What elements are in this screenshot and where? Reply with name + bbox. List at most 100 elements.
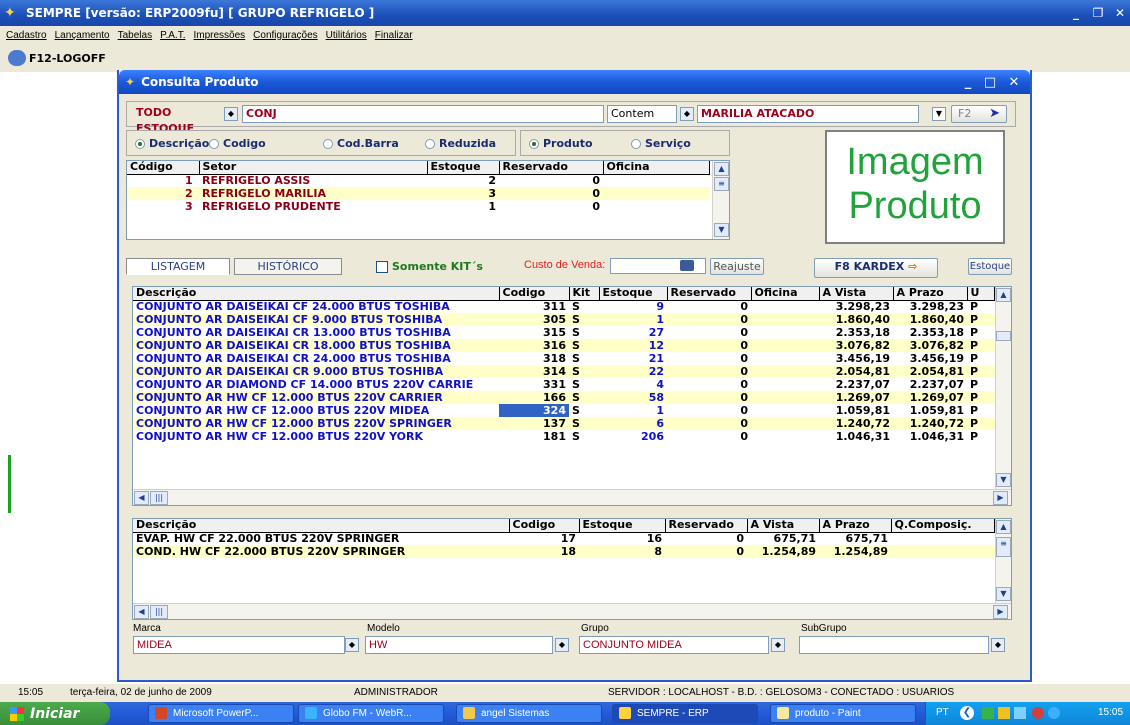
col-estoque[interactable]: Estoque: [599, 287, 668, 301]
estoque-button[interactable]: Estoque: [968, 258, 1012, 275]
scroll-down-icon[interactable]: ▼: [714, 223, 729, 237]
match-mode-dropdown-icon[interactable]: ◆: [680, 107, 694, 121]
menu-cadastro[interactable]: Cadastro: [6, 30, 47, 41]
task-paint[interactable]: produto - Paint: [770, 704, 916, 723]
messenger-icon[interactable]: [1048, 707, 1060, 719]
col-oficina[interactable]: Oficina: [603, 161, 710, 175]
window-close-icon[interactable]: ✕: [1003, 74, 1025, 92]
product-scrollbar[interactable]: ▲ ▼: [995, 287, 1011, 489]
task-sempre-erp[interactable]: SEMPRE - ERP: [612, 704, 758, 723]
col-reservado[interactable]: Reservado: [665, 519, 748, 533]
product-hscrollbar[interactable]: ◀ ||| ▶: [133, 489, 1011, 505]
f2-search-button[interactable]: F2 ➤: [951, 105, 1007, 123]
search-input[interactable]: CONJ: [242, 105, 604, 123]
table-row[interactable]: CONJUNTO AR DAISEIKAI CF 9.000 BTUS TOSH…: [133, 313, 995, 326]
table-row[interactable]: 3 REFRIGELO PRUDENTE 1 0: [127, 200, 710, 213]
store-dropdown-icon[interactable]: ▼: [932, 107, 946, 121]
table-row[interactable]: COND. HW CF 22.000 BTUS 220V SPRINGER 18…: [133, 545, 995, 558]
table-row[interactable]: CONJUNTO AR DAISEIKAI CR 13.000 BTUS TOS…: [133, 326, 995, 339]
estoque-select[interactable]: TODO ESTOQUE: [133, 105, 223, 135]
shield-icon[interactable]: [998, 707, 1010, 719]
menu-impressoes[interactable]: Impressões: [193, 30, 245, 41]
col-estoque[interactable]: Estoque: [579, 519, 666, 533]
col-a-vista[interactable]: A Vista: [819, 287, 894, 301]
app-close-icon[interactable]: ✕: [1110, 4, 1130, 22]
col-u[interactable]: U: [967, 287, 995, 301]
radio-cod-barra[interactable]: Cod.Barra: [323, 137, 399, 150]
radio-produto[interactable]: Produto: [529, 137, 593, 150]
language-indicator[interactable]: PT: [936, 707, 949, 718]
app-minimize-icon[interactable]: _: [1066, 4, 1086, 22]
app-restore-icon[interactable]: ❐: [1088, 4, 1108, 22]
network-icon[interactable]: [982, 707, 994, 719]
start-button[interactable]: Iniciar: [0, 702, 110, 725]
menu-utilitarios[interactable]: Utilitários: [326, 30, 367, 41]
scroll-left-icon[interactable]: ◀: [134, 605, 149, 619]
table-row[interactable]: CONJUNTO AR HW CF 12.000 BTUS 220V MIDEA…: [133, 404, 995, 417]
radio-codigo[interactable]: Codigo: [209, 137, 266, 150]
radio-descricao[interactable]: Descrição: [135, 137, 209, 150]
col-descricao[interactable]: Descrição: [133, 519, 510, 533]
col-oficina[interactable]: Oficina: [751, 287, 820, 301]
scroll-down-icon[interactable]: ▼: [996, 473, 1011, 487]
col-a-prazo[interactable]: A Prazo: [893, 287, 968, 301]
table-row[interactable]: CONJUNTO AR DAISEIKAI CR 9.000 BTUS TOSH…: [133, 365, 995, 378]
col-reservado[interactable]: Reservado: [499, 161, 604, 175]
subgrupo-select[interactable]: [799, 636, 989, 654]
task-angel-sistemas[interactable]: angel Sistemas: [456, 704, 602, 723]
col-setor[interactable]: Setor: [199, 161, 428, 175]
table-row[interactable]: CONJUNTO AR HW CF 12.000 BTUS 220V CARRI…: [133, 391, 995, 404]
subgrupo-dropdown-icon[interactable]: ◆: [991, 638, 1005, 652]
calculator-icon[interactable]: [680, 260, 694, 271]
radio-reduzida[interactable]: Reduzida: [425, 137, 496, 150]
col-a-vista[interactable]: A Vista: [747, 519, 820, 533]
tab-listagem[interactable]: LISTAGEM: [126, 258, 230, 275]
estoque-dropdown-icon[interactable]: ◆: [224, 107, 238, 121]
task-powerpoint[interactable]: Microsoft PowerP...: [148, 704, 294, 723]
modelo-select[interactable]: HW: [365, 636, 553, 654]
menu-finalizar[interactable]: Finalizar: [375, 30, 413, 41]
col-kit[interactable]: Kit: [569, 287, 600, 301]
menu-lancamento[interactable]: Lançamento: [55, 30, 110, 41]
sync-icon[interactable]: [1014, 707, 1026, 719]
hscroll-thumb[interactable]: |||: [150, 605, 168, 619]
scroll-left-icon[interactable]: ◀: [134, 491, 149, 505]
scroll-right-icon[interactable]: ▶: [993, 605, 1008, 619]
col-descricao[interactable]: Descrição: [133, 287, 500, 301]
radio-servico[interactable]: Serviço: [631, 137, 691, 150]
scroll-up-icon[interactable]: ▲: [714, 162, 729, 176]
scroll-thumb[interactable]: [996, 331, 1011, 341]
col-codigo[interactable]: Codigo: [499, 287, 570, 301]
menu-tabelas[interactable]: Tabelas: [118, 30, 152, 41]
table-row[interactable]: CONJUNTO AR DAISEIKAI CR 18.000 BTUS TOS…: [133, 339, 995, 352]
table-row[interactable]: CONJUNTO AR HW CF 12.000 BTUS 220V YORK 1…: [133, 430, 995, 443]
scroll-up-icon[interactable]: ▲: [996, 288, 1011, 302]
composition-scrollbar[interactable]: ▲ ≡ ▼: [995, 519, 1011, 603]
logoff-button[interactable]: F12-LOGOFF: [8, 48, 106, 68]
alert-icon[interactable]: [1032, 707, 1044, 719]
reajuste-button[interactable]: Reajuste: [710, 258, 764, 275]
hscroll-thumb[interactable]: |||: [150, 491, 168, 505]
table-row[interactable]: CONJUNTO AR DAISEIKAI CR 24.000 BTUS TOS…: [133, 352, 995, 365]
table-row[interactable]: 1 REFRIGELO ASSIS 2 0: [127, 174, 710, 187]
store-select[interactable]: MARILIA ATACADO: [697, 105, 919, 123]
table-row[interactable]: CONJUNTO AR DAISEIKAI CF 24.000 BTUS TOS…: [133, 300, 995, 313]
menu-configuracoes[interactable]: Configurações: [253, 30, 317, 41]
kardex-button[interactable]: F8 KARDEX ⇨: [814, 258, 938, 278]
col-a-prazo[interactable]: A Prazo: [819, 519, 892, 533]
table-row[interactable]: CONJUNTO AR HW CF 12.000 BTUS 220V SPRIN…: [133, 417, 995, 430]
task-globo-fm[interactable]: Globo FM - WebR...: [298, 704, 444, 723]
marca-select[interactable]: MIDEA: [133, 636, 345, 654]
scroll-thumb[interactable]: ≡: [996, 537, 1011, 557]
tab-historico[interactable]: HISTÓRICO: [234, 258, 342, 275]
scroll-right-icon[interactable]: ▶: [993, 491, 1008, 505]
scroll-down-icon[interactable]: ▼: [996, 587, 1011, 601]
stock-scrollbar[interactable]: ▲ ≡ ▼: [712, 161, 729, 239]
col-codigo[interactable]: Código: [127, 161, 200, 175]
table-row[interactable]: EVAP. HW CF 22.000 BTUS 220V SPRINGER 17…: [133, 532, 995, 545]
back-arrow-icon[interactable]: ❮: [960, 706, 974, 720]
kits-only-checkbox[interactable]: Somente KIT´s: [376, 260, 483, 273]
grupo-dropdown-icon[interactable]: ◆: [771, 638, 785, 652]
col-q-composicao[interactable]: Q.Composiç.: [891, 519, 995, 533]
composition-hscrollbar[interactable]: ◀ ||| ▶: [133, 603, 1011, 619]
